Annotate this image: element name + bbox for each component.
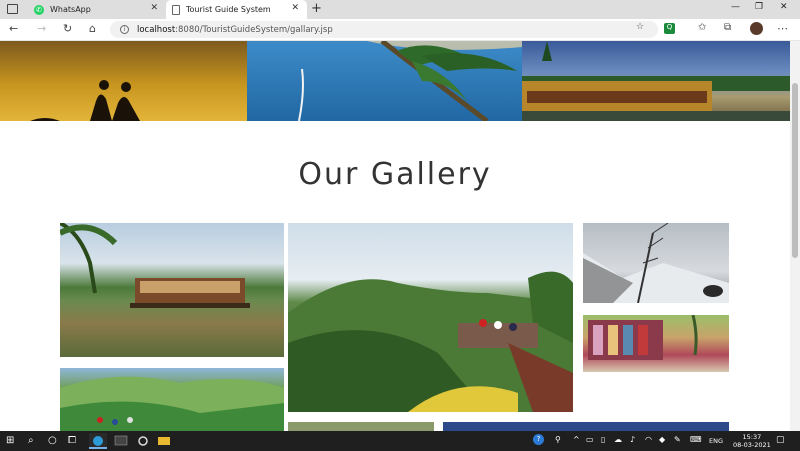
tab-strip: ✆ WhatsApp ✕ Tourist Guide System ✕ + — … [0,0,800,19]
address-host: localhost [137,24,176,35]
gallery-photo-market[interactable] [583,315,729,372]
banner-image-houseboat [522,41,790,121]
battery-icon[interactable]: ▭ [586,435,594,444]
forward-icon[interactable]: → [37,22,46,35]
settings-taskbar-icon[interactable] [134,433,152,449]
back-icon[interactable]: ← [9,22,18,35]
file-explorer-taskbar-icon[interactable] [155,433,173,449]
scrollbar-thumb[interactable] [792,83,798,258]
task-view-icon[interactable]: ⧠ [68,435,76,446]
notification-icon[interactable]: ▢ [776,435,785,445]
language-indicator[interactable]: ENG [709,437,723,445]
wifi-icon[interactable]: ◠ [645,435,652,444]
volume-icon[interactable]: ♪ [630,435,635,444]
favorites-icon[interactable]: ✩ [698,22,706,33]
close-icon[interactable]: ✕ [150,3,158,13]
address-bar[interactable]: i localhost:8080/TouristGuideSystem/gall… [110,21,658,38]
edge-taskbar-icon[interactable] [89,433,107,449]
people-icon[interactable]: ⚲ [555,435,561,444]
tab-tourist-guide[interactable]: Tourist Guide System ✕ [166,0,307,19]
avatar[interactable] [750,22,763,35]
whatsapp-icon: ✆ [34,4,44,15]
gallery-photo-tea-hills[interactable] [60,368,284,431]
gallery-photo-partial-1[interactable] [288,422,434,431]
info-icon[interactable]: i [120,25,129,34]
gallery-photo-partial-2[interactable] [443,422,729,431]
help-icon[interactable]: ? [533,434,544,445]
device-icon[interactable]: ▯ [601,435,605,444]
page-scrollbar[interactable] [790,41,800,431]
pen-icon[interactable]: ✎ [674,435,681,444]
show-hidden-icons-icon[interactable]: ^ [573,435,580,444]
os-taskbar: ⊞ ⌕ ○ ⧠ ? ⚲ ^ ▭ ▯ ☁ ♪ ◠ ◆ ✎ ⌨ ENG 15:37 … [0,431,800,451]
window-menu-icon[interactable] [7,4,18,14]
close-icon[interactable]: ✕ [291,3,299,13]
dropbox-icon[interactable]: ◆ [659,435,665,444]
clock-time: 15:37 [742,433,762,441]
address-path: :8080/TouristGuideSystem/gallary.jsp [175,24,333,35]
page-icon [172,4,180,15]
favorite-add-icon[interactable]: ☆ [636,22,644,32]
collections-icon[interactable]: ⧉ [724,22,731,33]
new-tab-button[interactable]: + [311,1,322,16]
start-icon[interactable]: ⊞ [6,435,14,446]
gallery-photo-mountain-viewpoint[interactable] [288,223,573,412]
minimize-icon[interactable]: — [731,2,740,12]
onedrive-icon[interactable]: ☁ [614,435,622,444]
extension-icon[interactable]: Q [664,23,675,34]
more-options-icon[interactable]: ⋯ [777,22,788,35]
tab-label: WhatsApp [50,5,91,14]
banner-image-palm [247,41,522,121]
clock[interactable]: 15:37 08-03-2021 [733,433,771,449]
refresh-icon[interactable]: ↻ [63,22,72,35]
tab-whatsapp[interactable]: ✆ WhatsApp ✕ [28,0,166,19]
close-window-icon[interactable]: ✕ [780,2,788,12]
tab-label: Tourist Guide System [186,5,271,14]
home-icon[interactable]: ⌂ [89,22,96,35]
page-title: Our Gallery [298,157,492,192]
gallery-photo-houseboat[interactable] [60,223,284,357]
keyboard-icon[interactable]: ⌨ [690,435,702,444]
cortana-icon[interactable]: ○ [48,435,57,446]
restore-icon[interactable]: ❐ [755,2,763,12]
search-icon[interactable]: ⌕ [28,435,34,446]
gallery-photo-snow-trees[interactable] [583,223,729,303]
terminal-taskbar-icon[interactable] [112,433,130,449]
hero-banner [0,41,790,121]
banner-image-sunset [0,41,247,121]
browser-toolbar: ← → ↻ ⌂ i localhost:8080/TouristGuideSys… [0,19,800,41]
clock-date: 08-03-2021 [733,441,771,449]
